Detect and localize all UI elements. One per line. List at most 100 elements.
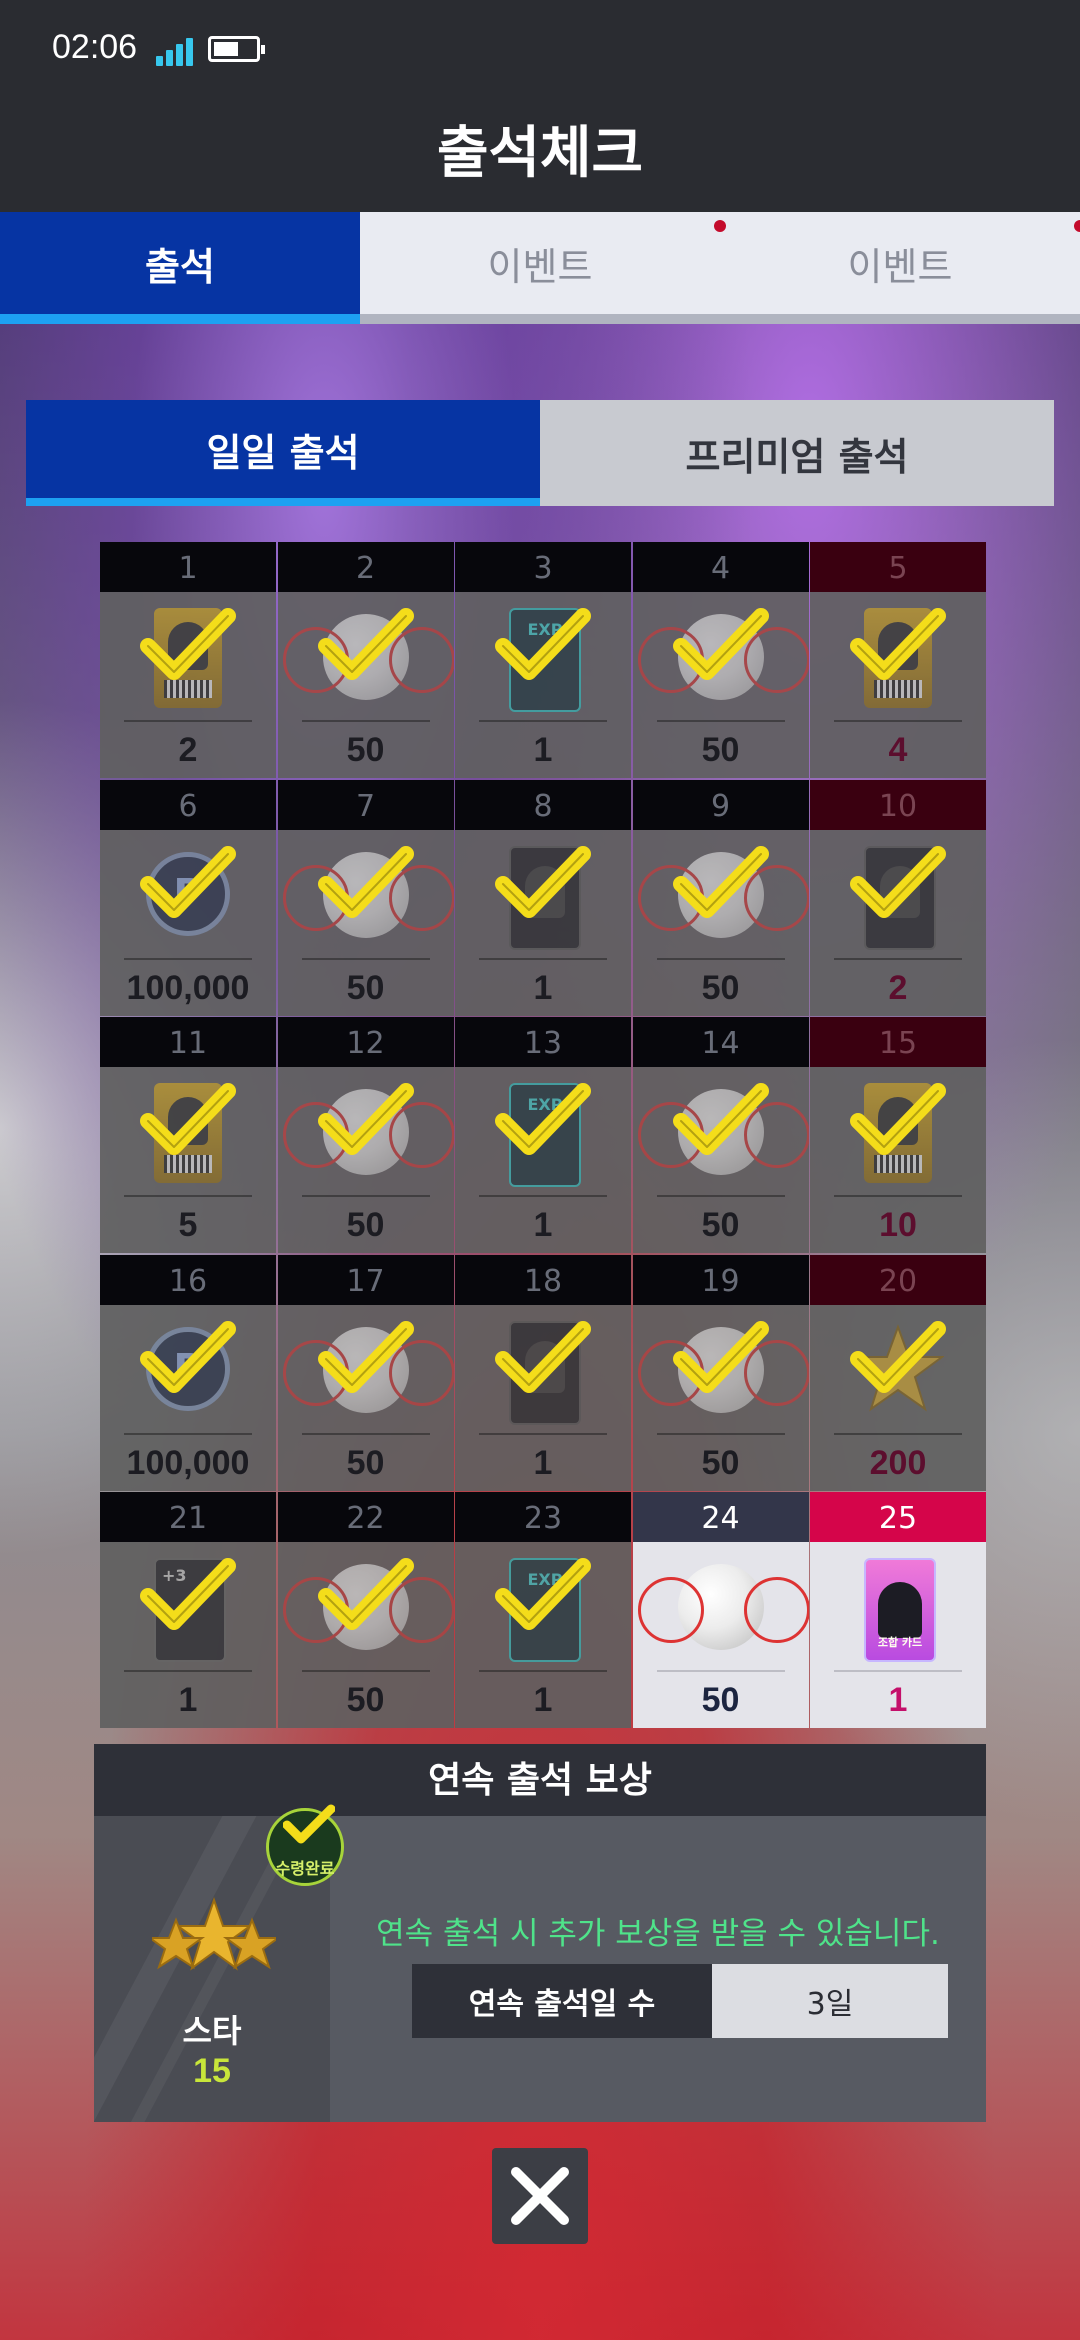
battery-icon <box>208 36 265 62</box>
status-time: 02:06 <box>52 28 138 66</box>
divider <box>479 720 607 722</box>
divider <box>479 1195 607 1197</box>
day-cell: 18 1 <box>455 1254 631 1491</box>
check-icon <box>317 608 414 680</box>
day-cell: 22 50 <box>277 1492 454 1728</box>
day-number: 11 <box>100 1017 276 1067</box>
divider <box>479 1670 607 1672</box>
reward-qty: 1 <box>533 731 553 769</box>
check-icon <box>140 1083 236 1155</box>
reward-qty: 100,000 <box>126 1443 250 1482</box>
bonus-title: 연속 출석 보상 <box>94 1744 986 1816</box>
divider <box>834 1432 962 1435</box>
reward-qty: 50 <box>701 1443 740 1482</box>
day-number: 16 <box>100 1254 276 1305</box>
day-cell: 15 10 <box>810 1017 986 1253</box>
divider <box>656 957 785 960</box>
day-number: 22 <box>277 1492 454 1542</box>
divider <box>301 1195 430 1197</box>
close-button[interactable] <box>492 2148 588 2244</box>
day-number: 5 <box>810 542 986 592</box>
streak-value: 3일 <box>712 1964 948 2038</box>
day-cell: 9 50 <box>632 779 809 1016</box>
day-number: 24 <box>632 1492 809 1542</box>
reward-qty: 50 <box>701 731 740 769</box>
day-number: 7 <box>277 779 454 830</box>
day-cell: 21 +3 1 <box>100 1492 276 1728</box>
divider <box>656 720 785 722</box>
check-icon <box>850 845 946 918</box>
tab-label: 출석 <box>145 244 215 289</box>
day-cell: 17 50 <box>277 1254 454 1491</box>
check-icon <box>140 1320 236 1393</box>
divider <box>124 1195 252 1197</box>
subtab-daily[interactable]: 일일 출석 <box>26 400 540 506</box>
day-cell: 7 50 <box>277 779 454 1016</box>
tab-label: 이벤트 <box>847 244 953 289</box>
day-cell[interactable]: 25 조합 카드 1 <box>810 1492 986 1728</box>
divider <box>479 1432 607 1435</box>
reward-qty: 10 <box>879 1206 917 1244</box>
divider <box>656 1195 785 1197</box>
claimed-badge: 수령완료 <box>266 1804 344 1886</box>
divider <box>479 957 607 960</box>
day-number: 14 <box>632 1017 809 1067</box>
reward-qty: 1 <box>178 1681 198 1719</box>
day-number: 9 <box>632 779 809 830</box>
notification-dot <box>1074 220 1080 232</box>
day-number: 18 <box>455 1254 631 1305</box>
divider <box>301 720 430 722</box>
streak-label: 연속 출석일 수 <box>412 1964 712 2038</box>
day-number: 15 <box>810 1017 986 1067</box>
day-cell[interactable]: 24 50 <box>632 1492 809 1728</box>
day-number: 20 <box>810 1254 986 1305</box>
day-cell: 81 <box>455 779 631 1016</box>
check-icon <box>495 1083 591 1155</box>
reward-qty: 5 <box>178 1206 198 1244</box>
reward-qty: 50 <box>701 1681 740 1719</box>
reward-qty: 1 <box>533 1206 553 1244</box>
attendance-subtabs: 일일 출석 프리미엄 출석 <box>26 400 1054 506</box>
day-cell: 14 50 <box>632 1017 809 1253</box>
reward-qty: 2 <box>178 731 198 769</box>
check-icon <box>672 1320 769 1393</box>
divider <box>124 1670 252 1672</box>
day-cell: 19 50 <box>632 1254 809 1491</box>
day-cell: 13 EXP 1 <box>455 1017 631 1253</box>
check-icon <box>495 608 591 680</box>
reward-qty: 50 <box>346 731 385 769</box>
reward-qty: 100,000 <box>126 968 250 1007</box>
reward-qty: 2 <box>888 968 908 1007</box>
subtab-premium[interactable]: 프리미엄 출석 <box>540 400 1054 506</box>
check-icon <box>672 845 769 918</box>
day-cell: 20 200 <box>810 1254 986 1491</box>
check-icon <box>850 1320 946 1393</box>
reward-name: 스타 <box>182 2012 242 2050</box>
streak-bonus-panel: 연속 출석 보상 스타 15 수령완료 연속 출석 시 추가 보상을 받을 수 … <box>94 1744 986 2122</box>
streak-row: 연속 출석일 수 3일 <box>412 1964 948 2038</box>
tab-event-2[interactable]: 이벤트 <box>720 212 1080 324</box>
day-cell: 10 2 <box>810 779 986 1016</box>
day-cell: 2 50 <box>277 542 454 778</box>
divider <box>301 1432 430 1435</box>
day-number: 3 <box>455 542 631 592</box>
reward-qty: 1 <box>888 1681 908 1719</box>
day-number: 19 <box>632 1254 809 1305</box>
close-icon <box>511 2167 569 2225</box>
divider <box>834 1195 962 1197</box>
tab-attendance[interactable]: 출석 <box>0 212 360 324</box>
reward-qty: 200 <box>869 1443 927 1482</box>
day-number: 21 <box>100 1492 276 1542</box>
divider <box>834 957 962 960</box>
day-cell: 23 EXP 1 <box>455 1492 631 1728</box>
day-number: 8 <box>455 779 631 830</box>
check-icon <box>140 608 236 680</box>
reward-qty: 50 <box>346 1443 385 1482</box>
divider <box>124 720 252 722</box>
baseball-icon <box>637 1552 809 1662</box>
reward-qty: 50 <box>701 1206 740 1244</box>
day-number: 13 <box>455 1017 631 1067</box>
check-icon <box>140 1558 236 1630</box>
tab-event-1[interactable]: 이벤트 <box>360 212 726 324</box>
check-icon <box>140 845 236 918</box>
